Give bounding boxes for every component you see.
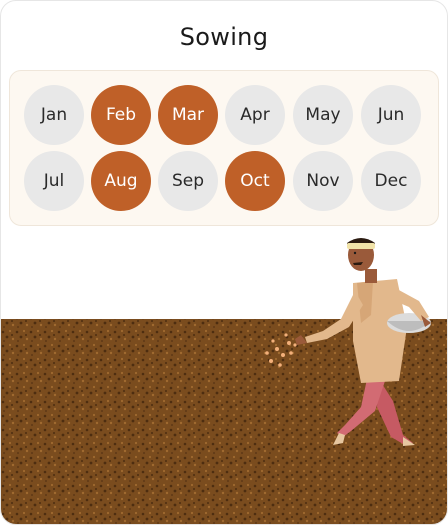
month-oct[interactable]: Oct (225, 151, 285, 211)
month-may[interactable]: May (293, 85, 353, 145)
farmer-sowing-illustration (1, 231, 447, 524)
month-nov[interactable]: Nov (293, 151, 353, 211)
month-selector: Jan Feb Mar Apr May Jun Jul Aug Sep Oct … (9, 70, 439, 226)
month-feb[interactable]: Feb (91, 85, 151, 145)
month-jun[interactable]: Jun (361, 85, 421, 145)
month-aug[interactable]: Aug (91, 151, 151, 211)
month-sep[interactable]: Sep (158, 151, 218, 211)
page-title: Sowing (179, 23, 269, 51)
month-apr[interactable]: Apr (225, 85, 285, 145)
sowing-card: Sowing Jan Feb Mar Apr May Jun Jul Aug S… (0, 0, 448, 525)
month-mar[interactable]: Mar (158, 85, 218, 145)
month-jul[interactable]: Jul (24, 151, 84, 211)
month-dec[interactable]: Dec (361, 151, 421, 211)
month-jan[interactable]: Jan (24, 85, 84, 145)
